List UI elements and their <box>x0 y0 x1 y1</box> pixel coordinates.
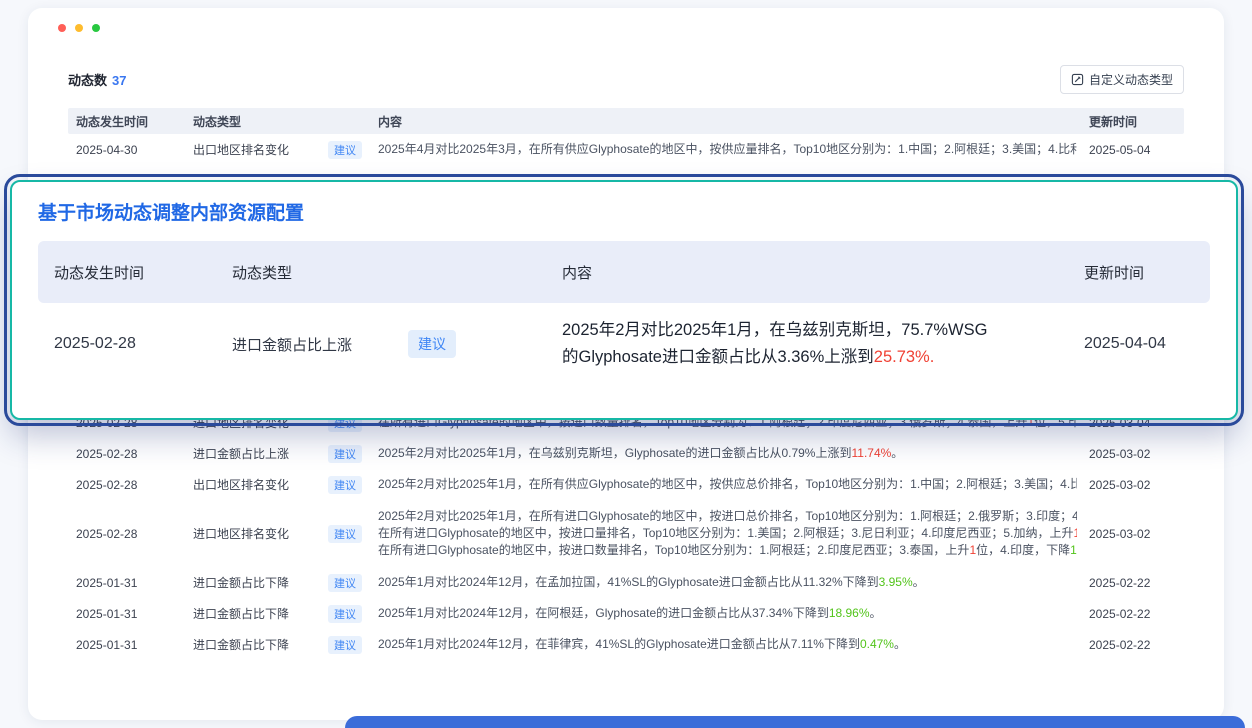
row-occur-time: 2025-01-31 <box>68 638 193 652</box>
row-occur-time: 2025-02-28 <box>68 527 193 541</box>
row-type-cell: 进口金额占比下降 建议 <box>193 636 378 654</box>
row-update-time: 2025-03-02 <box>1089 478 1184 492</box>
bottom-partial-banner <box>345 716 1245 728</box>
row-content: 2025年2月对比2025年1月，在所有供应Glyphosate的地区中，按供应… <box>378 476 1089 493</box>
row-content: 2025年1月对比2024年12月，在孟加拉国，41%SL的Glyphosate… <box>378 574 1089 591</box>
row-occur-time: 2025-01-31 <box>68 576 193 590</box>
row-type-label: 出口地区排名变化 <box>193 476 289 493</box>
popup-row-type-label: 进口金额占比上涨 <box>232 334 352 355</box>
row-type-cell: 进口地区排名变化 建议 <box>193 525 378 543</box>
suggestion-badge: 建议 <box>328 141 362 159</box>
customize-icon <box>1071 73 1084 86</box>
row-content: 2025年1月对比2024年12月，在阿根廷，Glyphosate的进口金额占比… <box>378 605 1089 622</box>
row-update-time: 2025-02-22 <box>1089 638 1184 652</box>
row-type-label: 进口金额占比下降 <box>193 574 289 591</box>
dynamics-count-label: 动态数 <box>68 73 107 88</box>
row-update-time: 2025-03-02 <box>1089 527 1184 541</box>
highlight-popup-card: 基于市场动态调整内部资源配置 动态发生时间 动态类型 内容 更新时间 2025-… <box>10 180 1238 420</box>
row-content: 2025年2月对比2025年1月，在所有进口Glyphosate的地区中，按进口… <box>378 508 1089 559</box>
popup-header-content: 内容 <box>546 262 1068 283</box>
row-type-label: 进口金额占比上涨 <box>193 445 289 462</box>
minimize-window-button[interactable] <box>75 24 83 32</box>
customize-button-label: 自定义动态类型 <box>1089 71 1173 88</box>
table-row[interactable]: 2025-01-31 进口金额占比下降 建议 2025年1月对比2024年12月… <box>68 567 1184 598</box>
table-row[interactable]: 2025-04-30 出口地区排名变化 建议 2025年4月对比2025年3月，… <box>68 134 1184 165</box>
table-row[interactable]: 2025-02-28 进口金额占比上涨 建议 2025年2月对比2025年1月，… <box>68 438 1184 469</box>
row-type-cell: 进口金额占比下降 建议 <box>193 605 378 623</box>
table-row[interactable]: 2025-01-31 进口金额占比下降 建议 2025年1月对比2024年12月… <box>68 598 1184 629</box>
window-controls <box>58 24 100 32</box>
popup-table-row[interactable]: 2025-02-28 进口金额占比上涨 建议 2025年2月对比2025年1月，… <box>38 303 1210 383</box>
row-update-time: 2025-02-22 <box>1089 576 1184 590</box>
table-row[interactable]: 2025-02-28 出口地区排名变化 建议 2025年2月对比2025年1月，… <box>68 469 1184 500</box>
customize-dynamic-types-button[interactable]: 自定义动态类型 <box>1060 65 1184 94</box>
suggestion-badge: 建议 <box>328 605 362 623</box>
suggestion-badge: 建议 <box>328 525 362 543</box>
row-type-label: 出口地区排名变化 <box>193 141 289 158</box>
table-row[interactable]: 2025-01-31 进口金额占比下降 建议 2025年1月对比2024年12月… <box>68 629 1184 660</box>
close-window-button[interactable] <box>58 24 66 32</box>
popup-content-cell: 2025年2月对比2025年1月，在乌兹别克斯坦，75.7%WSG的Glypho… <box>546 317 1068 371</box>
header-update-time: 更新时间 <box>1089 113 1184 130</box>
header-dynamic-type: 动态类型 <box>193 113 378 130</box>
row-type-label: 进口金额占比下降 <box>193 605 289 622</box>
table-row[interactable]: 2025-02-28 进口地区排名变化 建议 2025年2月对比2025年1月，… <box>68 500 1184 567</box>
dynamics-count: 动态数 37 <box>68 70 126 89</box>
row-type-label: 进口地区排名变化 <box>193 525 289 542</box>
row-update-time: 2025-05-04 <box>1089 143 1184 157</box>
suggestion-badge: 建议 <box>328 445 362 463</box>
row-update-time: 2025-02-22 <box>1089 607 1184 621</box>
dynamics-count-value: 37 <box>112 73 126 88</box>
popup-table-header: 动态发生时间 动态类型 内容 更新时间 <box>38 241 1210 303</box>
popup-title: 基于市场动态调整内部资源配置 <box>38 198 1210 225</box>
row-occur-time: 2025-01-31 <box>68 607 193 621</box>
row-content: 2025年2月对比2025年1月，在乌兹别克斯坦，Glyphosate的进口金额… <box>378 445 1089 462</box>
row-occur-time: 2025-02-28 <box>68 447 193 461</box>
table-header: 动态发生时间 动态类型 内容 更新时间 <box>68 108 1184 134</box>
row-occur-time: 2025-02-28 <box>68 478 193 492</box>
row-type-cell: 进口金额占比上涨 建议 <box>193 445 378 463</box>
popup-header-dynamic-type: 动态类型 <box>216 262 546 283</box>
popup-row-type-cell: 进口金额占比上涨 建议 <box>216 330 546 358</box>
suggestion-badge: 建议 <box>328 636 362 654</box>
row-content: 2025年1月对比2024年12月，在菲律宾，41%SL的Glyphosate进… <box>378 636 1089 653</box>
popup-header-occur-time: 动态发生时间 <box>38 262 216 283</box>
row-content: 2025年4月对比2025年3月，在所有供应Glyphosate的地区中，按供应… <box>378 141 1089 158</box>
header-occur-time: 动态发生时间 <box>68 113 193 130</box>
popup-row-occur-time: 2025-02-28 <box>38 335 216 353</box>
row-type-label: 进口金额占比下降 <box>193 636 289 653</box>
row-type-cell: 出口地区排名变化 建议 <box>193 476 378 494</box>
suggestion-badge: 建议 <box>328 476 362 494</box>
row-type-cell: 出口地区排名变化 建议 <box>193 141 378 159</box>
maximize-window-button[interactable] <box>92 24 100 32</box>
row-occur-time: 2025-04-30 <box>68 143 193 157</box>
row-update-time: 2025-03-02 <box>1089 447 1184 461</box>
popup-header-update-time: 更新时间 <box>1068 262 1210 283</box>
popup-row-update-time: 2025-04-04 <box>1068 335 1210 353</box>
suggestion-badge: 建议 <box>328 574 362 592</box>
header-content: 内容 <box>378 113 1089 130</box>
row-type-cell: 进口金额占比下降 建议 <box>193 574 378 592</box>
popup-suggestion-badge: 建议 <box>408 330 456 358</box>
